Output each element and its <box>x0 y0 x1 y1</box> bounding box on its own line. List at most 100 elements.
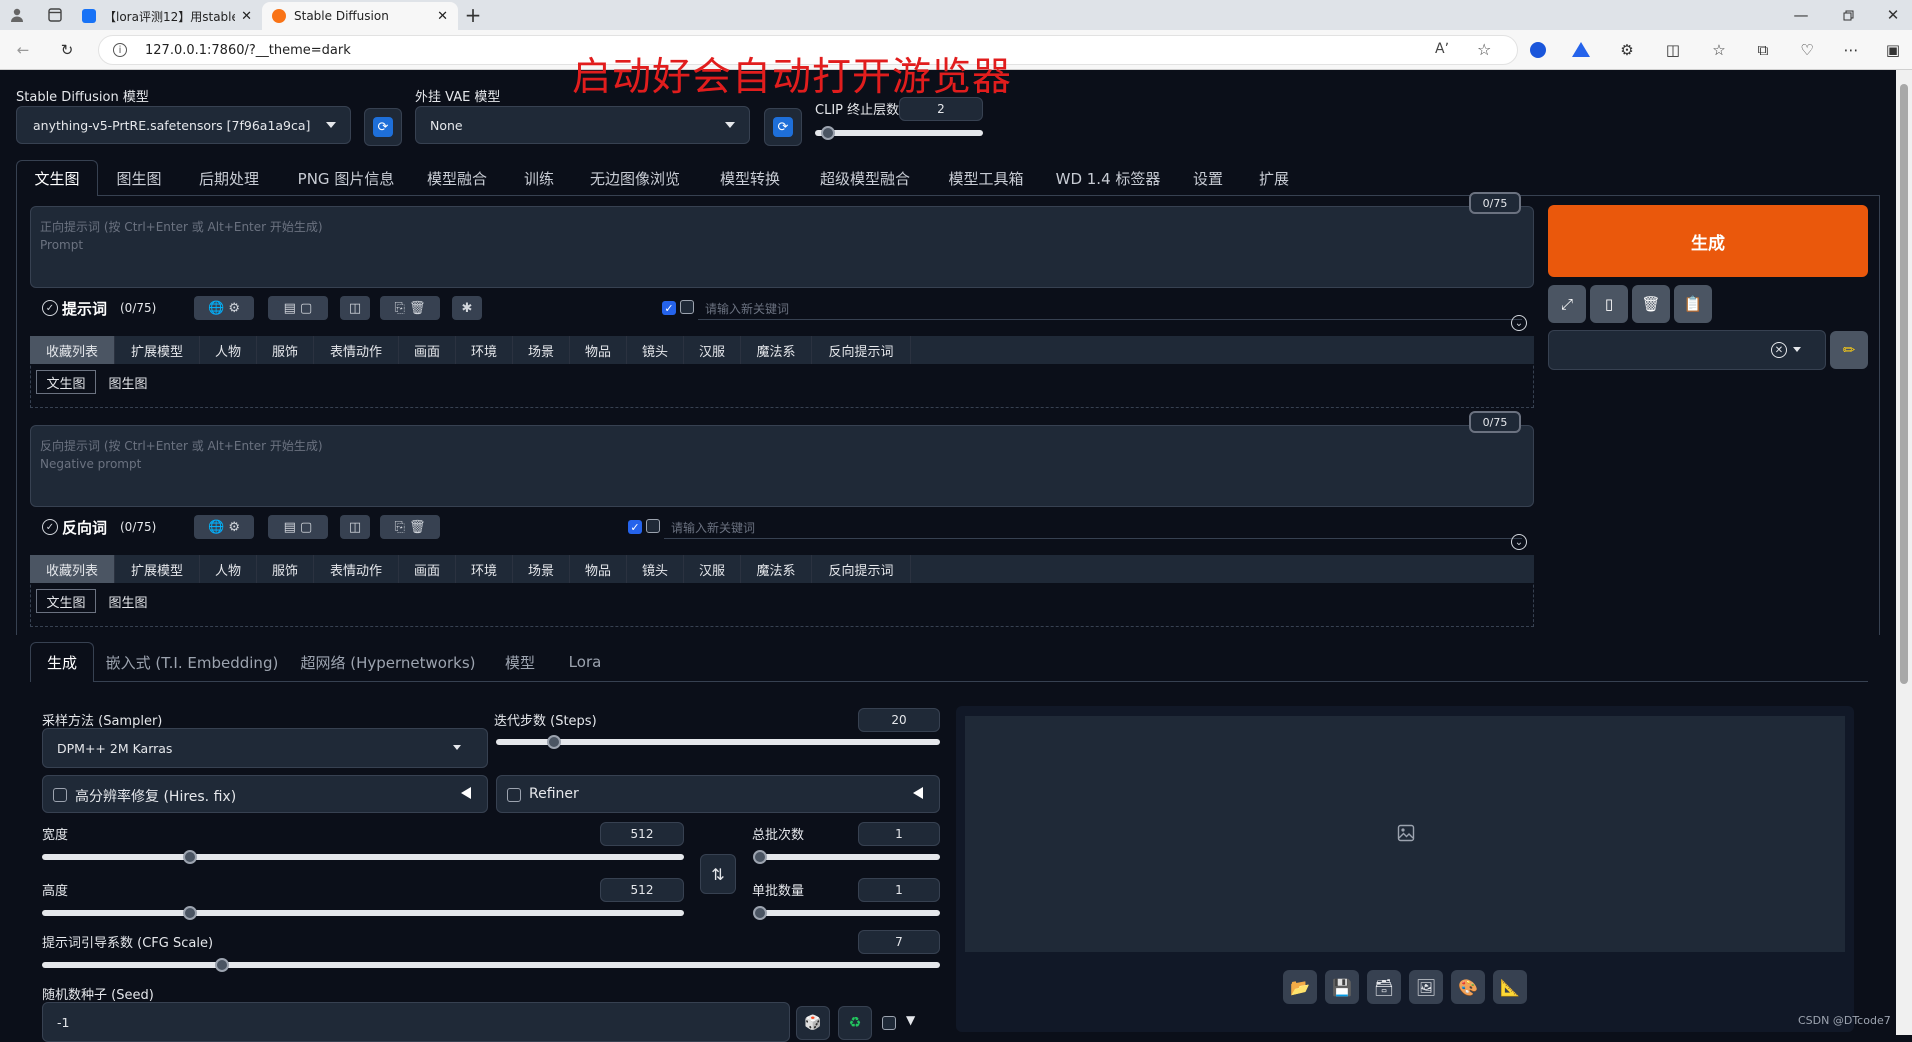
width-input[interactable]: 512 <box>600 822 684 846</box>
close-window-icon[interactable]: ✕ <box>1882 4 1904 26</box>
tab-extensions[interactable]: 扩展 <box>1246 160 1302 196</box>
cat-items[interactable]: 物品 <box>570 336 627 364</box>
negative-keyword-toggle-box[interactable] <box>646 519 660 533</box>
steps-slider-knob[interactable] <box>546 735 561 749</box>
chatgpt-icon[interactable]: ✱ <box>452 296 482 320</box>
cat-ext-models[interactable]: 扩展模型 <box>115 555 200 583</box>
trash-icon[interactable]: 🗑 <box>1632 285 1670 323</box>
batch-count-slider-knob[interactable] <box>753 850 767 864</box>
cat-environment[interactable]: 环境 <box>456 336 513 364</box>
tab-png-info[interactable]: PNG 图片信息 <box>286 160 406 196</box>
reload-icon[interactable]: ↻ <box>56 39 78 61</box>
refiner-checkbox[interactable] <box>507 788 521 802</box>
hires-fix-accordion[interactable]: 高分辨率修复 (Hires. fix) <box>42 775 488 813</box>
favorite-star-icon[interactable]: ☆ <box>1477 40 1491 59</box>
extensions-icon[interactable]: ⚙ <box>1616 39 1638 61</box>
file-icon[interactable]: ▤ ▢ <box>268 515 328 539</box>
scrollbar-thumb[interactable] <box>1900 84 1908 684</box>
seed-input[interactable]: -1 <box>42 1002 790 1042</box>
width-slider-knob[interactable] <box>182 850 197 864</box>
cat-camera[interactable]: 镜头 <box>627 555 684 583</box>
layout-icon[interactable]: ◫ <box>340 296 370 320</box>
clip-value-input[interactable]: 2 <box>899 97 983 121</box>
expand-negative-keywords-icon[interactable]: ⌄ <box>1511 534 1527 550</box>
cfg-slider-track[interactable] <box>42 962 940 968</box>
refresh-vae-button[interactable]: ⟳ <box>764 108 802 146</box>
clear-x-icon[interactable]: ✕ <box>1771 342 1787 358</box>
vae-dropdown[interactable]: None <box>415 106 750 144</box>
send-to-extras-icon[interactable]: 📐 <box>1493 970 1527 1004</box>
tab-img2img[interactable]: 图生图 <box>104 160 174 196</box>
generate-button[interactable]: 生成 <box>1548 205 1868 277</box>
width-slider-track[interactable] <box>42 854 684 860</box>
favorites-icon[interactable]: ☆ <box>1708 39 1730 61</box>
zip-archive-icon[interactable]: 🗃 <box>1367 970 1401 1004</box>
file-icon[interactable]: ▤ ▢ <box>268 296 328 320</box>
styles-dropdown[interactable]: ✕ <box>1548 330 1826 370</box>
close-tab-icon[interactable]: ✕ <box>241 9 252 24</box>
tab-wd-tagger[interactable]: WD 1.4 标签器 <box>1052 160 1164 196</box>
sidebar-toggle-icon[interactable]: ▣ <box>1882 39 1904 61</box>
height-slider-track[interactable] <box>42 910 684 916</box>
negative-keyword-checkbox[interactable]: ✓ <box>628 520 642 534</box>
cat-favorites[interactable]: 收藏列表 <box>30 555 115 583</box>
cat-environment[interactable]: 环境 <box>456 555 513 583</box>
negative-prompt-textarea[interactable]: 反向提示词 (按 Ctrl+Enter 或 Alt+Enter 开始生成) Ne… <box>30 425 1534 507</box>
tab-super-merge[interactable]: 超级模型融合 <box>810 160 920 196</box>
read-aloud-icon[interactable]: Aʼ <box>1435 41 1449 57</box>
tab-generate[interactable]: 生成 <box>30 642 94 682</box>
refresh-model-button[interactable]: ⟳ <box>364 108 402 146</box>
copy-icon[interactable]: ⎘ 🗑 <box>380 296 440 320</box>
open-folder-icon[interactable]: 📂 <box>1283 970 1317 1004</box>
cat-magic[interactable]: 魔法系 <box>741 336 812 364</box>
sampler-dropdown[interactable]: DPM++ 2M Karras <box>42 728 488 768</box>
split-screen-icon[interactable]: ◫ <box>1662 39 1684 61</box>
tab-train[interactable]: 训练 <box>508 160 570 196</box>
steps-input[interactable]: 20 <box>858 708 940 732</box>
collapse-negative-icon[interactable]: ✓ <box>42 519 58 535</box>
cat-clothing[interactable]: 服饰 <box>257 555 314 583</box>
cat-ext-models[interactable]: 扩展模型 <box>115 336 200 364</box>
extension-triangle-icon[interactable] <box>1572 42 1590 57</box>
tab-lora[interactable]: Lora <box>560 642 610 682</box>
cat-items[interactable]: 物品 <box>570 555 627 583</box>
cat-magic[interactable]: 魔法系 <box>741 555 812 583</box>
cat-people[interactable]: 人物 <box>200 336 257 364</box>
height-input[interactable]: 512 <box>600 878 684 902</box>
subtab-img2img[interactable]: 图生图 <box>98 589 158 613</box>
read-params-button[interactable]: ⤢ <box>1548 285 1586 323</box>
edit-pencil-icon[interactable]: ✏ <box>1830 331 1868 369</box>
paste-button[interactable]: ▯ <box>1590 285 1628 323</box>
cat-scene[interactable]: 场景 <box>513 336 570 364</box>
cat-favorites[interactable]: 收藏列表 <box>30 336 115 364</box>
batch-size-slider-track[interactable] <box>760 910 940 916</box>
cat-expression[interactable]: 表情动作 <box>314 555 399 583</box>
clip-slider-track[interactable] <box>815 130 983 136</box>
tab-merge[interactable]: 模型融合 <box>416 160 498 196</box>
swap-dimensions-button[interactable]: ⇅ <box>700 854 736 894</box>
batch-count-slider-track[interactable] <box>760 854 940 860</box>
prompt-textarea[interactable]: 正向提示词 (按 Ctrl+Enter 或 Alt+Enter 开始生成) Pr… <box>30 206 1534 288</box>
negative-keyword-input[interactable]: 请输入新关键词 <box>664 515 1522 539</box>
collections-icon[interactable]: ⧉ <box>1752 39 1774 61</box>
layout-icon[interactable]: ◫ <box>340 515 370 539</box>
more-menu-icon[interactable]: ⋯ <box>1840 39 1862 61</box>
tab-model-toolkit[interactable]: 模型工具箱 <box>934 160 1038 196</box>
extension-blue-icon[interactable] <box>1530 42 1546 58</box>
keyword-checkbox[interactable]: ✓ <box>662 301 676 315</box>
copy-icon[interactable]: ⎘ 🗑 <box>380 515 440 539</box>
close-tab-icon[interactable]: ✕ <box>437 9 448 24</box>
keyword-toggle-box[interactable] <box>680 300 694 314</box>
keyword-input[interactable]: 请输入新关键词 <box>698 296 1522 320</box>
tab-model-convert[interactable]: 模型转换 <box>700 160 800 196</box>
send-to-inpaint-icon[interactable]: 🎨 <box>1451 970 1485 1004</box>
browser-tab-stable-diffusion[interactable]: Stable Diffusion ✕ <box>262 2 458 30</box>
collapse-prompt-icon[interactable]: ✓ <box>42 300 58 316</box>
extra-seed-checkbox[interactable] <box>882 1016 896 1030</box>
batch-size-slider-knob[interactable] <box>753 906 767 920</box>
cat-scene[interactable]: 场景 <box>513 555 570 583</box>
hires-fix-checkbox[interactable] <box>53 788 67 802</box>
subtab-txt2img[interactable]: 文生图 <box>36 370 96 394</box>
new-tab-button[interactable]: + <box>462 3 484 27</box>
send-to-img2img-icon[interactable]: 🖼 <box>1409 970 1443 1004</box>
